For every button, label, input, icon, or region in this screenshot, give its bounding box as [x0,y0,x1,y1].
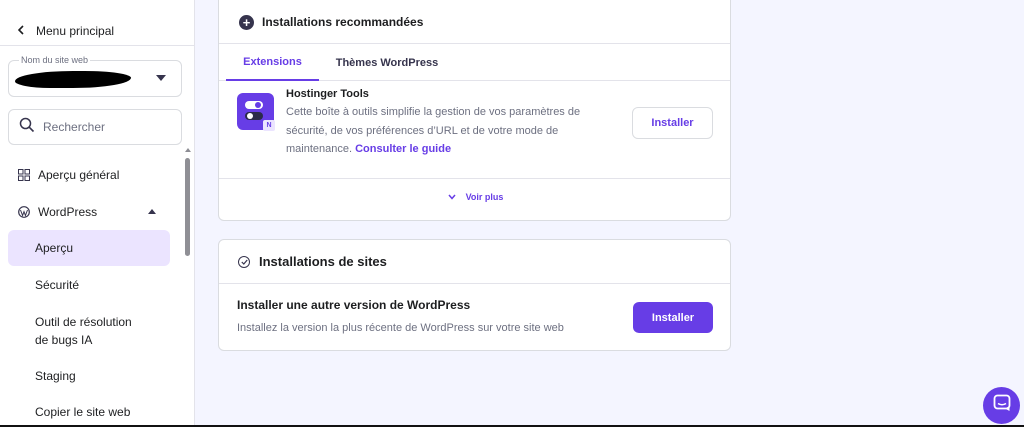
hostinger-tools-logo: N [237,93,275,131]
chat-icon [993,394,1011,417]
card-title: Installations recommandées [262,15,424,29]
plus-circle-icon: + [239,14,254,30]
recommended-installations-card: + Installations recommandées Extensions … [218,0,731,221]
sidebar-item-overview[interactable]: Aperçu général [8,157,170,193]
sidebar-item-wordpress[interactable]: WordPress [8,194,170,230]
plugin-description: Cette boîte à outils simplifie la gestio… [286,103,604,159]
website-select-label: Nom du site web [19,55,91,65]
sidebar-item-staging[interactable]: Staging [8,358,170,394]
search-input[interactable] [43,120,163,134]
sidebar: Menu principal Nom du site web Aperçu gé… [0,0,195,427]
grid-icon [18,169,30,181]
sidebar-item-label: Aperçu général [38,168,120,182]
logo-badge: N [263,120,275,131]
site-installations-card: Installations de sites Installer une aut… [218,239,731,351]
search-icon [19,117,35,138]
chat-button[interactable] [983,387,1020,424]
redacted-site-name [15,71,131,88]
sidebar-item-label: Copier le site web [35,405,131,419]
chevron-down-icon [448,192,456,202]
sidebar-item-ai-troubleshooter[interactable]: Outil de résolution de bugs IA [8,311,138,351]
sidebar-item-label: Sécurité [35,278,80,292]
install-tabs: Extensions Thèmes WordPress [219,44,730,81]
sidebar-item-security[interactable]: Sécurité [8,267,170,303]
sidebar-search[interactable] [8,109,182,145]
sidebar-item-label: WordPress [38,205,98,219]
back-link-label: Menu principal [36,24,115,38]
guide-link[interactable]: Consulter le guide [355,143,451,155]
see-more-button[interactable]: Voir plus [219,189,732,205]
card-header: + Installations recommandées [219,0,730,44]
sidebar-item-label: Outil de résolution de bugs IA [35,315,132,347]
sidebar-item-copy-website[interactable]: Copier le site web [8,394,170,427]
chevron-down-icon [156,75,166,81]
card-title: Installations de sites [259,254,387,269]
card-header: Installations de sites [219,240,730,284]
sidebar-divider [0,45,194,46]
chevron-up-icon [148,209,156,214]
install-wordpress-button[interactable]: Installer [633,302,713,333]
sidebar-item-label: Staging [35,369,76,383]
plugin-name: Hostinger Tools [286,88,369,100]
chevron-left-icon [17,24,24,38]
check-circle-icon [238,255,250,268]
wordpress-icon [18,206,30,218]
install-version-description: Installez la version la plus récente de … [237,322,564,334]
tab-wordpress-themes[interactable]: Thèmes WordPress [327,44,447,81]
install-plugin-button[interactable]: Installer [632,107,713,139]
see-more-label: Voir plus [465,192,504,202]
sidebar-item-apercu[interactable]: Aperçu [8,230,170,266]
tab-extensions[interactable]: Extensions [226,44,319,81]
install-version-title: Installer une autre version de WordPress [237,298,471,312]
sidebar-item-label: Aperçu [35,241,74,255]
sidebar-scrollbar[interactable] [185,158,190,256]
website-select[interactable]: Nom du site web [8,55,182,97]
back-to-main-menu-link[interactable]: Menu principal [17,22,115,40]
scroll-up-arrow[interactable] [185,148,191,152]
plugin-row: N Hostinger Tools Cette boîte à outils s… [219,81,730,179]
